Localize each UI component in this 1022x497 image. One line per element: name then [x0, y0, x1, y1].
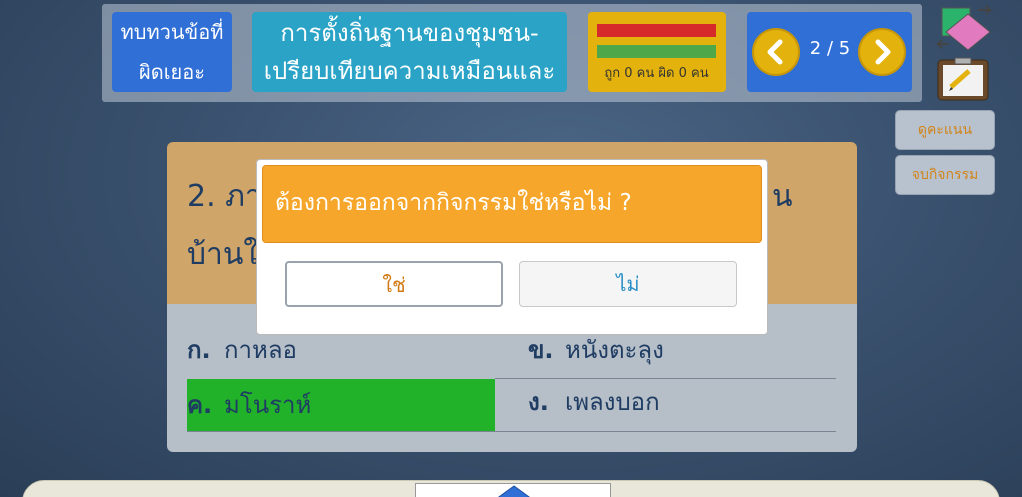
next-question-button[interactable]	[858, 28, 906, 76]
shuffle-button[interactable]	[934, 4, 1000, 54]
activity-title-line-2: เปรียบเทียบความเหมือนและ	[263, 57, 556, 85]
chevron-right-icon	[875, 39, 891, 65]
activity-title: การตั้งถิ่นฐานของชุมชน- เปรียบเทียบความเ…	[252, 12, 567, 92]
bottom-tab[interactable]	[415, 483, 611, 497]
confirm-no-button[interactable]: ไม่	[519, 261, 737, 307]
shuffle-icon	[935, 5, 993, 51]
score-bar-correct	[597, 45, 716, 58]
option-letter: ง.	[528, 388, 549, 416]
review-wrong-label-1: ทบทวนข้อที่	[120, 20, 224, 44]
end-activity-button[interactable]: จบกิจกรรม	[895, 155, 995, 195]
score-text: ถูก 0 คน ผิด 0 คน	[604, 66, 709, 81]
option-text: มโนราห์	[224, 391, 312, 419]
divider	[187, 431, 836, 432]
review-wrong-label-2: ผิดเยอะ	[138, 60, 205, 84]
score-bar-wrong	[597, 24, 716, 37]
confirm-yes-button[interactable]: ใช่	[285, 261, 503, 307]
view-score-button[interactable]: ดูคะแนน	[895, 110, 995, 150]
option-letter: ก.	[187, 336, 211, 364]
review-wrong-button[interactable]: ทบทวนข้อที่ ผิดเยอะ	[112, 12, 232, 92]
worksheet-button[interactable]	[937, 57, 989, 101]
home-icon	[498, 485, 530, 497]
clipboard-icon	[937, 57, 989, 101]
prev-question-button[interactable]	[752, 28, 800, 76]
page-indicator: 2 / 5	[809, 38, 851, 59]
option-text: หนังตะลุง	[565, 336, 664, 364]
dialog-message: ต้องการออกจากกิจกรรมใช่หรือไม่ ?	[262, 165, 762, 243]
option-letter: ค.	[187, 391, 213, 419]
option-text: กาหลอ	[224, 336, 297, 364]
question-line-1: 2. ภา	[187, 179, 262, 214]
question-line-2: บ้านใ	[187, 237, 259, 272]
question-line-1-tail: น	[772, 179, 793, 214]
option-text: เพลงบอก	[565, 388, 660, 416]
question-text: 2. ภา บ้านใ	[187, 168, 262, 284]
option-c[interactable]: ค. มโนราห์	[187, 379, 495, 431]
option-d[interactable]: ง. เพลงบอก	[528, 376, 836, 428]
activity-title-line-1: การตั้งถิ่นฐานของชุมชน-	[280, 19, 539, 47]
chevron-left-icon	[767, 39, 783, 65]
